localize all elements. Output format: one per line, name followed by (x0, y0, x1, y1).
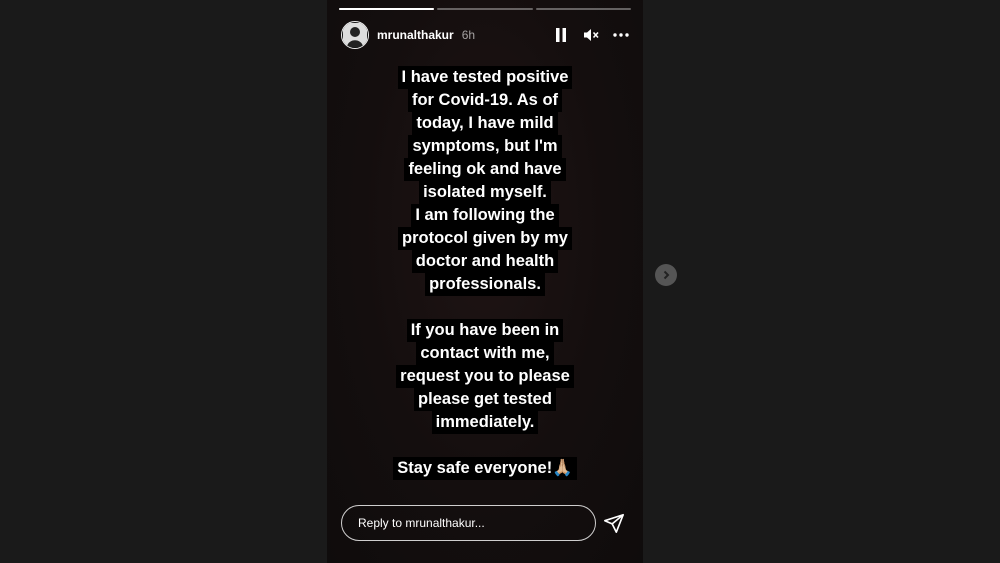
story-text-line: If you have been in (406, 319, 564, 342)
story-viewer: mrunalthakur 6h I have tested positive f… (0, 0, 1000, 563)
chevron-right-icon[interactable] (655, 264, 677, 286)
story-text-line: I have tested positive (397, 66, 573, 89)
story-text-line: symptoms, but I'm (408, 135, 562, 158)
story-progress-bar (339, 8, 631, 10)
story-text-line: today, I have mild (412, 112, 558, 135)
story-text-line: I am following the (411, 204, 559, 227)
story-card[interactable]: mrunalthakur 6h I have tested positive f… (327, 0, 643, 563)
story-text-line: protocol given by my (398, 227, 572, 250)
story-text-line: immediately. (431, 411, 539, 434)
post-time: 6h (461, 28, 476, 42)
story-controls (553, 27, 629, 43)
pause-icon[interactable] (553, 27, 569, 43)
send-icon[interactable] (603, 512, 625, 534)
story-text: I have tested positive for Covid-19. As … (327, 66, 643, 480)
story-text-line: isolated myself. (419, 181, 551, 204)
story-header: mrunalthakur 6h (341, 20, 629, 50)
avatar-icon[interactable] (341, 21, 369, 49)
story-text-line: request you to please (396, 365, 574, 388)
progress-segment (339, 8, 435, 10)
story-text-line: please get tested (414, 388, 556, 411)
progress-segment (437, 8, 533, 10)
story-text-line: contact with me, (416, 342, 554, 365)
more-icon[interactable] (613, 27, 629, 43)
story-text-line: professionals. (425, 273, 545, 296)
story-text-line: doctor and health (411, 250, 559, 273)
username[interactable]: mrunalthakur (377, 28, 454, 42)
story-text-line: feeling ok and have (404, 158, 566, 181)
reply-input[interactable] (341, 505, 596, 541)
story-closing-line: Stay safe everyone!🙏🏼 (393, 457, 577, 480)
speaker-muted-icon[interactable] (583, 27, 599, 43)
reply-bar (341, 504, 629, 542)
progress-segment (535, 8, 631, 10)
story-text-line: for Covid-19. As of (407, 89, 563, 112)
